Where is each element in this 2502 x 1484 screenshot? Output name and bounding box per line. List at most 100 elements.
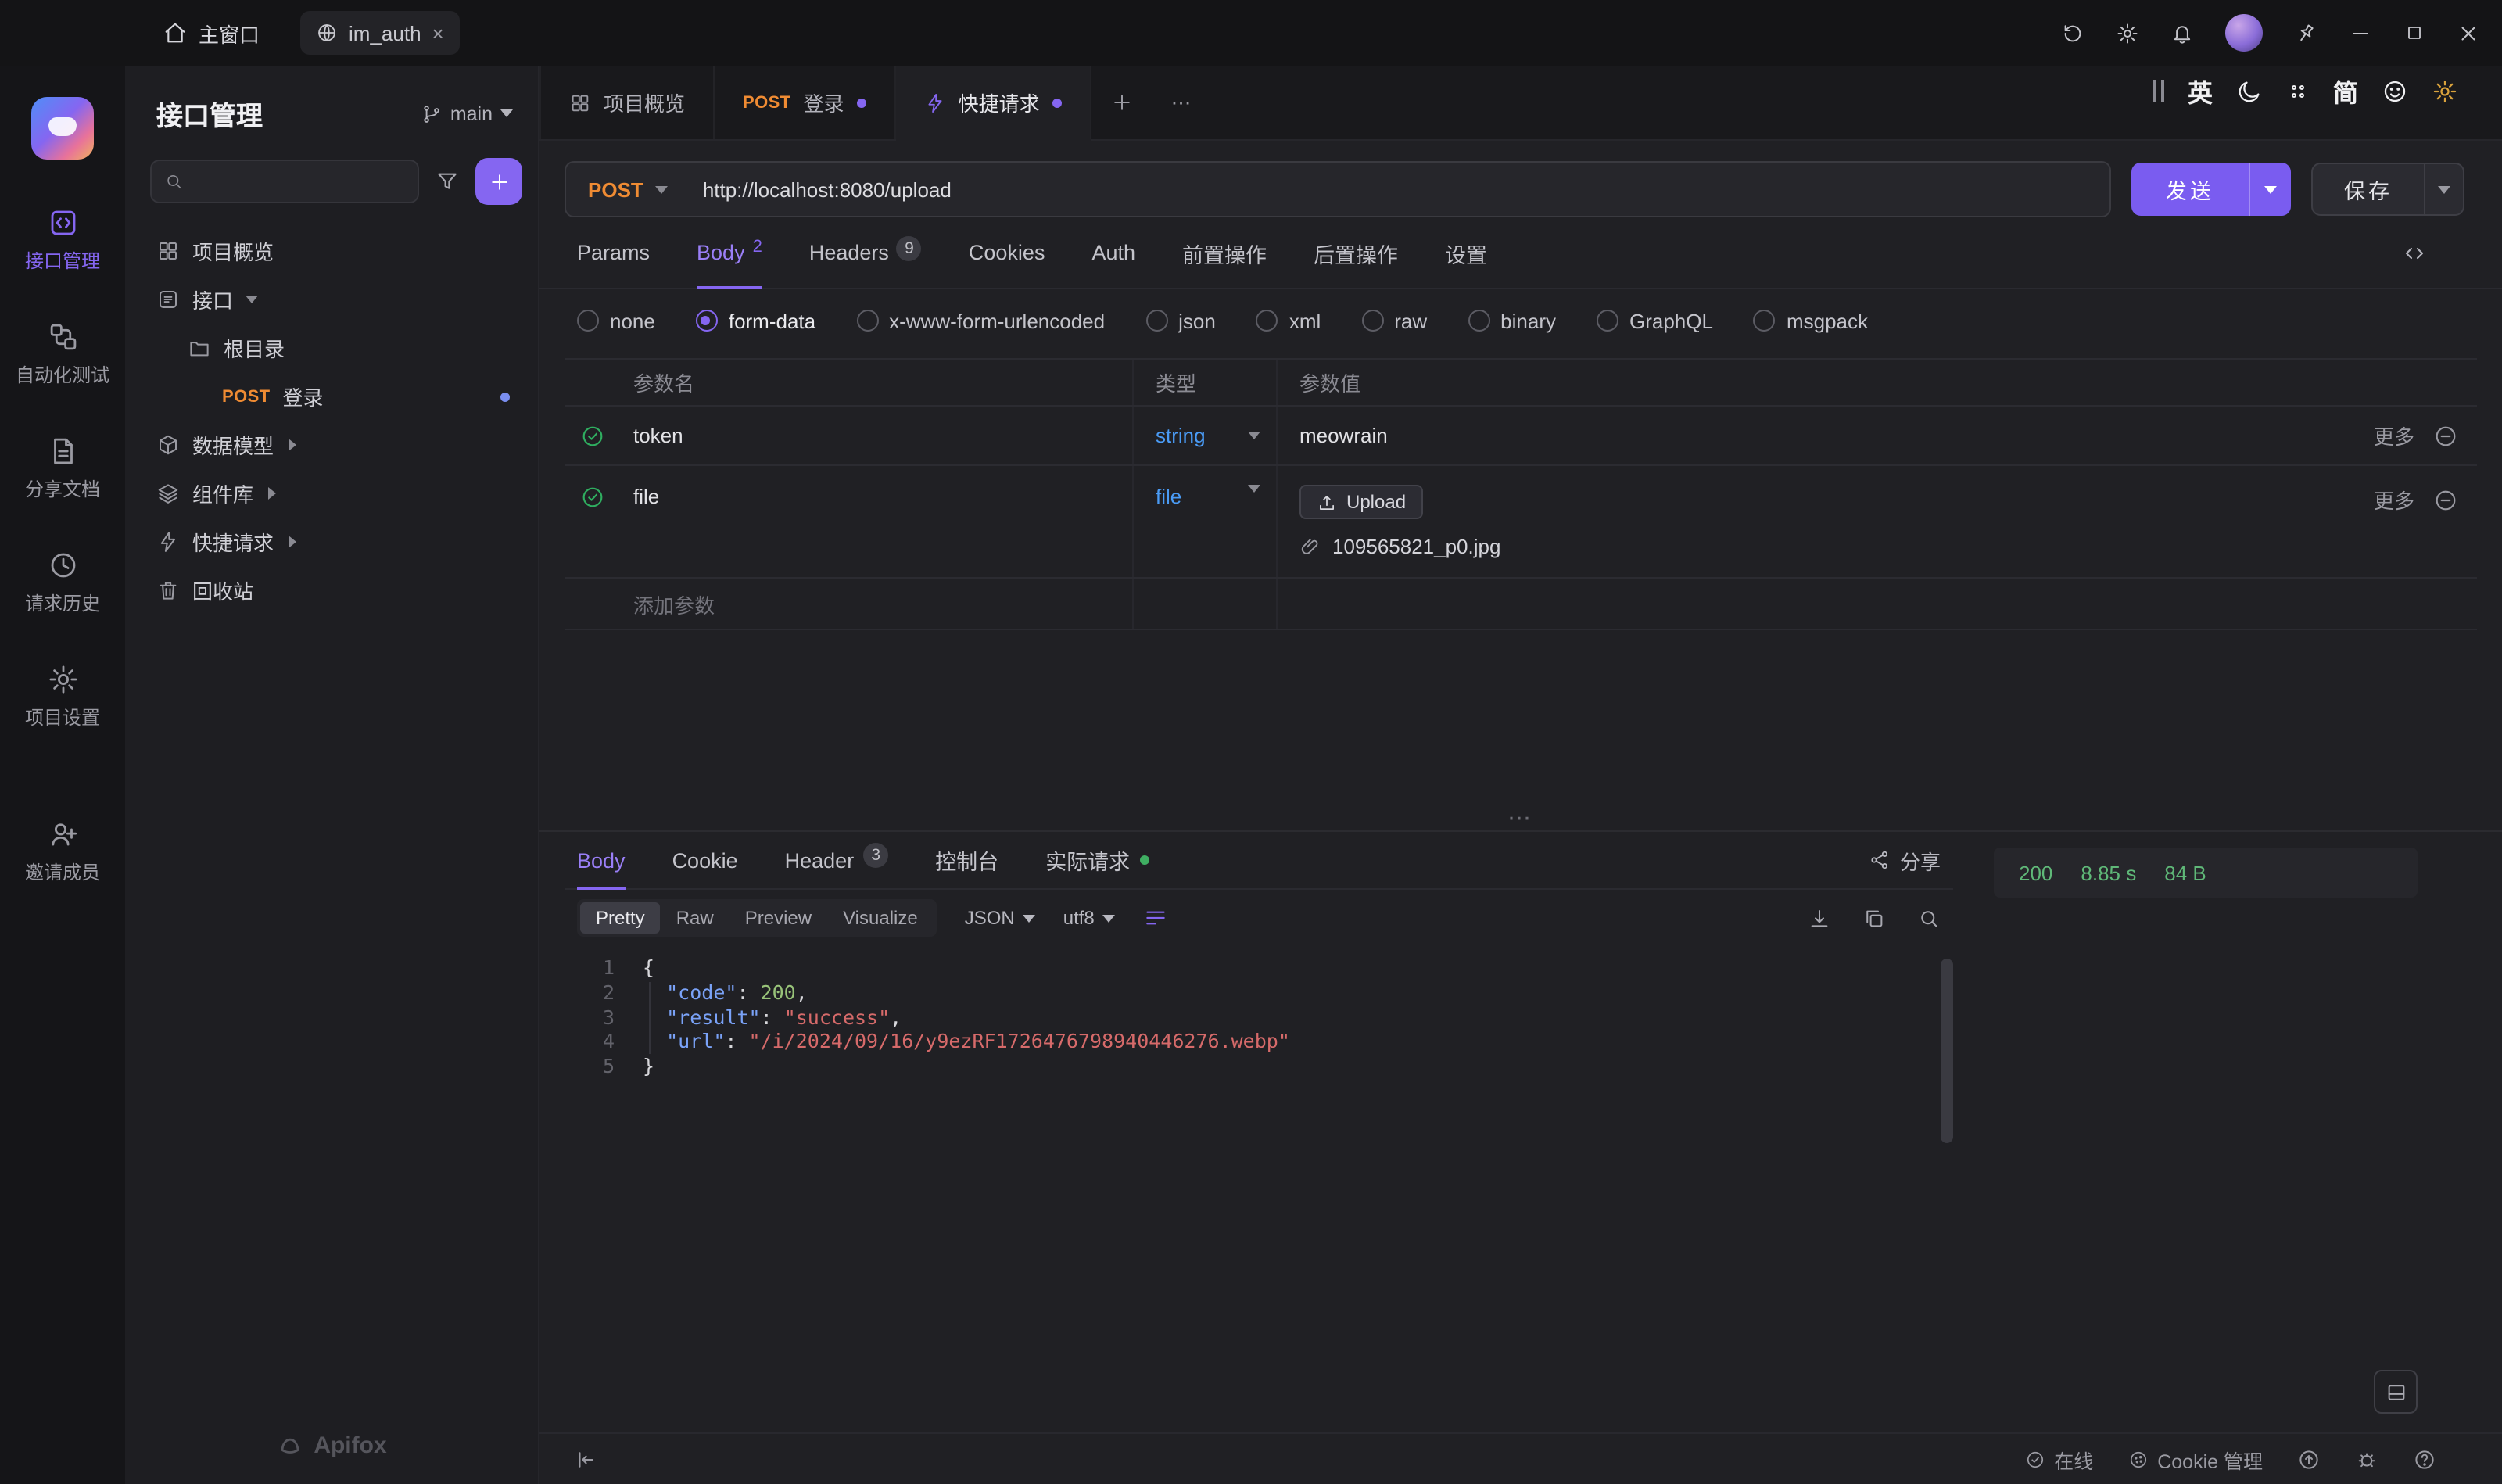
tab-cookies[interactable]: Cookies — [969, 217, 1045, 288]
bug-report-icon[interactable] — [2355, 1447, 2378, 1471]
copy-icon[interactable] — [1862, 906, 1886, 930]
tab-response-header[interactable]: Header 3 — [785, 832, 889, 888]
remove-row-icon[interactable] — [2433, 487, 2458, 512]
send-button[interactable]: 发送 — [2131, 163, 2291, 216]
format-dropdown[interactable]: JSON — [965, 907, 1035, 929]
tab-console[interactable]: 控制台 — [935, 832, 998, 888]
search-box[interactable] — [150, 160, 419, 203]
tab-actual-request[interactable]: 实际请求 — [1045, 832, 1149, 888]
ime-drag-handle-icon[interactable] — [2153, 80, 2164, 102]
attached-file[interactable]: 109565821_p0.jpg — [1299, 535, 1500, 558]
encoding-dropdown[interactable]: utf8 — [1063, 907, 1115, 929]
maximize-icon[interactable] — [2403, 22, 2425, 44]
body-type-form-data[interactable]: form-data — [696, 309, 815, 332]
pin-icon[interactable] — [2289, 16, 2322, 49]
minimize-icon[interactable] — [2349, 21, 2372, 45]
rail-item-project-settings[interactable]: 项目设置 — [0, 663, 125, 730]
mode-pretty[interactable]: Pretty — [580, 902, 661, 934]
share-button[interactable]: 分享 — [1869, 832, 1941, 888]
tab-response-cookie[interactable]: Cookie — [672, 832, 738, 888]
window-tab-im-auth[interactable]: im_auth × — [300, 11, 460, 55]
ime-settings-gear-icon[interactable] — [2432, 77, 2458, 104]
help-icon[interactable] — [2413, 1447, 2436, 1471]
body-type-json[interactable]: json — [1145, 309, 1216, 332]
add-button[interactable] — [475, 158, 522, 205]
branch-selector[interactable]: main — [421, 102, 513, 124]
ime-language-toggle[interactable]: 英 — [2188, 72, 2213, 109]
panel-resize-handle[interactable]: ⋯ — [539, 812, 2502, 827]
url-input[interactable]: http://localhost:8080/upload — [703, 177, 952, 201]
tab-pre-operations[interactable]: 前置操作 — [1182, 217, 1267, 288]
tree-item-login-api[interactable]: POST 登录 — [125, 372, 538, 421]
body-type-none[interactable]: none — [577, 309, 655, 332]
tree-item-root-dir[interactable]: 根目录 — [125, 324, 538, 372]
body-type-raw[interactable]: raw — [1361, 309, 1427, 332]
mode-preview[interactable]: Preview — [729, 902, 827, 934]
online-status[interactable]: 在线 — [2024, 1444, 2093, 1474]
tree-item-project-overview[interactable]: 项目概览 — [125, 227, 538, 275]
tab-post-operations[interactable]: 后置操作 — [1314, 217, 1398, 288]
updates-icon[interactable] — [2297, 1447, 2321, 1471]
more-button[interactable]: 更多 — [2374, 421, 2414, 450]
tab-login[interactable]: POST 登录 — [715, 66, 896, 139]
search-icon[interactable] — [1917, 906, 1941, 930]
param-type-select[interactable]: string — [1132, 407, 1276, 464]
project-logo[interactable] — [31, 97, 94, 160]
body-type-binary[interactable]: binary — [1468, 309, 1556, 332]
enabled-check-icon[interactable] — [580, 485, 605, 510]
body-type-x-www-form-urlencoded[interactable]: x-www-form-urlencoded — [856, 309, 1105, 332]
body-type-msgpack[interactable]: msgpack — [1754, 309, 1868, 332]
rail-item-share-docs[interactable]: 分享文档 — [0, 435, 125, 502]
tab-params[interactable]: Params — [577, 217, 650, 288]
mode-visualize[interactable]: Visualize — [827, 902, 934, 934]
tab-settings[interactable]: 设置 — [1445, 217, 1487, 288]
layout-toggle-button[interactable] — [2374, 1370, 2418, 1414]
body-type-GraphQL[interactable]: GraphQL — [1597, 309, 1713, 332]
add-param-row[interactable]: 添加参数 — [565, 579, 2477, 630]
send-options-dropdown[interactable] — [2249, 163, 2291, 216]
refresh-icon[interactable] — [2061, 21, 2084, 45]
tab-quick-request[interactable]: 快捷请求 — [896, 66, 1091, 141]
gear-icon[interactable] — [2116, 21, 2139, 45]
filter-funnel-icon[interactable] — [435, 169, 460, 194]
tab-close-icon[interactable]: × — [432, 21, 444, 45]
search-input[interactable] — [193, 170, 405, 192]
collapse-sidebar-icon[interactable] — [574, 1447, 597, 1471]
upload-button[interactable]: Upload — [1299, 485, 1423, 519]
smiley-icon[interactable] — [2382, 77, 2408, 104]
param-name-input[interactable]: token — [633, 424, 1132, 447]
ime-tools-icon[interactable] — [2286, 79, 2310, 102]
cookie-manager-button[interactable]: Cookie 管理 — [2127, 1444, 2263, 1474]
param-type-select[interactable]: file — [1132, 466, 1276, 577]
word-wrap-icon[interactable] — [1143, 905, 1168, 930]
body-type-xml[interactable]: xml — [1256, 309, 1321, 332]
remove-row-icon[interactable] — [2433, 423, 2458, 448]
tab-headers[interactable]: Headers 9 — [809, 217, 922, 288]
tree-item-quick-request[interactable]: 快捷请求 — [125, 518, 538, 566]
close-icon[interactable] — [2457, 21, 2480, 45]
method-selector[interactable]: POST — [588, 177, 643, 201]
rail-item-request-history[interactable]: 请求历史 — [0, 549, 125, 616]
new-tab-button[interactable] — [1091, 66, 1152, 139]
tab-auth[interactable]: Auth — [1091, 217, 1135, 288]
tree-item-data-models[interactable]: 数据模型 — [125, 421, 538, 469]
mode-raw[interactable]: Raw — [661, 902, 729, 934]
tab-body[interactable]: Body 2 — [697, 217, 762, 288]
response-body-editor[interactable]: 1{2 "code": 200,3 "result": "success",4 … — [565, 955, 1953, 1432]
tree-item-components[interactable]: 组件库 — [125, 469, 538, 518]
editor-scrollbar[interactable] — [1941, 959, 1953, 1143]
bell-icon[interactable] — [2170, 21, 2194, 45]
tree-item-trash[interactable]: 回收站 — [125, 566, 538, 615]
url-bar[interactable]: POST http://localhost:8080/upload — [565, 161, 2111, 217]
more-button[interactable]: 更多 — [2374, 485, 2414, 514]
moon-icon[interactable] — [2236, 77, 2263, 104]
main-window-button[interactable]: 主窗口 — [163, 18, 260, 48]
tree-item-api-group[interactable]: 接口 — [125, 275, 538, 324]
avatar[interactable] — [2225, 14, 2263, 52]
rail-item-invite-members[interactable]: 邀请成员 — [0, 818, 125, 885]
enabled-check-icon[interactable] — [580, 423, 605, 448]
code-view-icon[interactable] — [2402, 240, 2427, 265]
more-tabs-button[interactable]: ⋯ — [1152, 66, 1210, 139]
rail-item-automated-testing[interactable]: 自动化测试 — [0, 321, 125, 388]
tab-project-overview[interactable]: 项目概览 — [539, 66, 715, 139]
